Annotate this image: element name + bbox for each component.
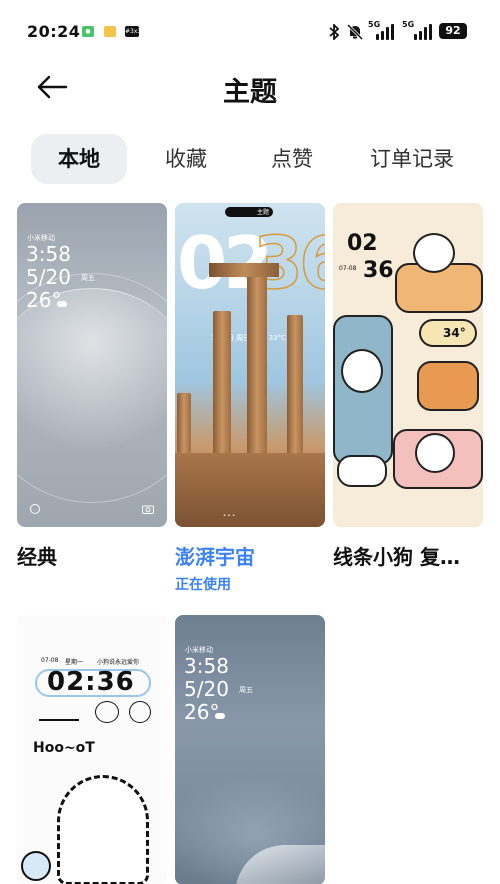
pillar (177, 393, 191, 453)
puppy-head (413, 233, 455, 273)
preview-time: 02:36 (47, 667, 135, 697)
clock-widget-icon (129, 701, 151, 723)
folder-notification-icon (104, 26, 116, 37)
page-title: 主题 (223, 77, 277, 108)
preview-weather: 34° (443, 326, 466, 340)
preview-hour: 02 (347, 231, 378, 256)
theme-card-puppy-love[interactable]: 07-08 星期一 小狗说永远爱你 02:36 Hoo~oT (17, 615, 167, 884)
preview-temp: 26° (26, 288, 62, 312)
mute-bell-icon (346, 24, 364, 40)
signal-strength-1-icon: 5G (368, 20, 398, 40)
theme-name-classic: 经典 (17, 545, 57, 569)
cloud-icon (215, 713, 225, 719)
widget-line (39, 703, 79, 721)
preview-temp: 26° (184, 700, 220, 724)
preview-tagline: 小狗说永远爱你 (97, 659, 140, 666)
status-time: 20:24 (27, 22, 81, 41)
preview-time: 3:58 (184, 654, 229, 678)
preview-sphere (17, 288, 167, 448)
architrave (209, 263, 279, 277)
theme-name-line-puppy: 线条小狗 复… (333, 545, 460, 569)
cloud-icon (57, 301, 67, 307)
puppy-widget-icon (95, 701, 119, 723)
tab-order-history[interactable]: 订单记录 (356, 134, 468, 184)
panel-white (337, 455, 387, 487)
tab-likes[interactable]: 点赞 (254, 134, 330, 184)
ruins-ground (175, 453, 325, 527)
preview-date: 5/20 (26, 265, 71, 289)
puppy-illustration (57, 775, 149, 884)
preview-date: 07-08 (339, 265, 357, 272)
theme-card-hyper-universe[interactable]: 主题 02 36 7月7日 周日 多云 33°C • • • (175, 203, 325, 527)
signal-strength-2-icon: 5G (402, 20, 436, 40)
wechat-notification-icon: ● (82, 26, 94, 37)
panel-orange (417, 361, 479, 411)
tab-local[interactable]: 本地 (31, 134, 127, 184)
preview-hint: • • • (223, 513, 236, 519)
preview-minute: 36 (363, 258, 394, 283)
theme-card-classic[interactable]: 小米移动 3:58 5/20 周五 26° (17, 203, 167, 527)
theme-card-classic-blue[interactable]: 小米移动 3:58 5/20 周五 26° (175, 615, 325, 884)
tab-favorites[interactable]: 收藏 (148, 134, 224, 184)
theme-name-hyper-universe: 澎湃宇宙 (175, 545, 255, 569)
battery-level: 92 (439, 23, 467, 39)
preview-weekday: 星期一 (65, 659, 84, 666)
puppy-face (341, 349, 383, 393)
theme-status-in-use: 正在使用 (175, 577, 231, 593)
puppy-bottom (415, 433, 455, 473)
bluetooth-icon (329, 24, 340, 40)
preview-greeting: Hoo~oT (33, 740, 95, 756)
bubble-decoration (21, 851, 51, 881)
pillar (287, 315, 303, 455)
status-bar: 20:24 ● #3x3 5G 5G 92 (0, 0, 500, 64)
app-notification-icon: #3x3 (125, 26, 142, 37)
preview-date: 07-08 (41, 657, 59, 664)
pillar (213, 311, 231, 461)
theme-card-line-puppy[interactable]: 02 36 07-08 34° (333, 203, 483, 527)
pillar (247, 275, 267, 465)
camera-icon (142, 505, 154, 514)
preview-time: 3:58 (26, 242, 71, 266)
island-label: 主题 (257, 209, 270, 216)
preview-weekday: 周五 (81, 274, 95, 282)
preview-weekday: 周五 (239, 686, 253, 694)
preview-date: 5/20 (184, 677, 229, 701)
fingerprint-icon (30, 504, 40, 514)
